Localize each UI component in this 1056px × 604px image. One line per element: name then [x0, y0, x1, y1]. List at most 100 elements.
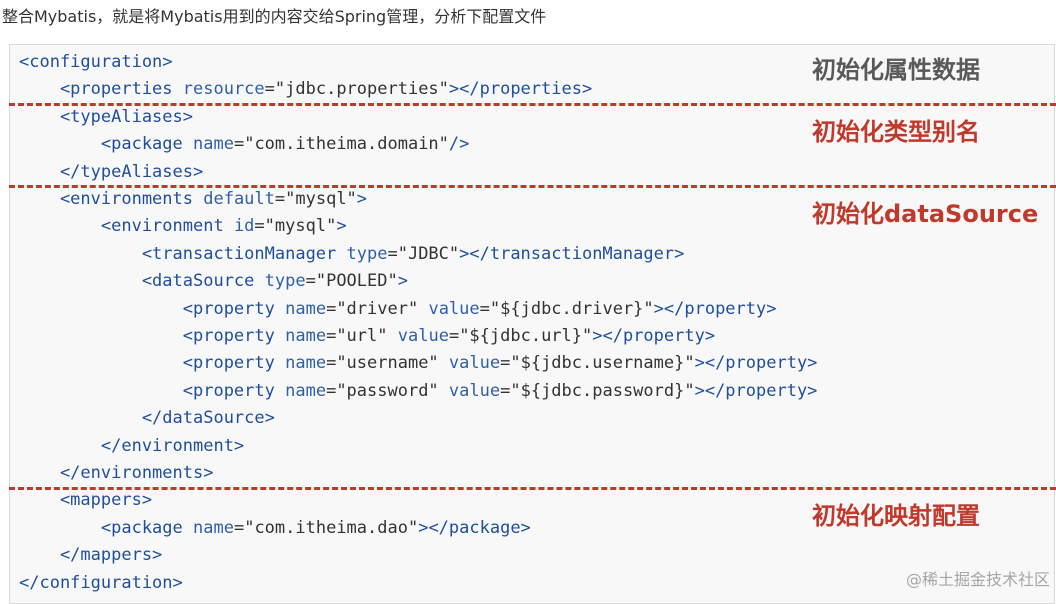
code-token-attr: name: [285, 326, 327, 346]
code-line: <mappers>: [19, 487, 152, 513]
code-line: <property name="username" value="${jdbc.…: [19, 350, 818, 376]
code-line: <environments default="mysql">: [19, 186, 367, 212]
code-token-tag: <package: [19, 517, 193, 538]
code-line: </typeAliases>: [19, 159, 203, 185]
code-line: <dataSource type="POOLED">: [19, 268, 408, 294]
section-divider-2: [9, 185, 1056, 188]
code-token-plain: =: [233, 517, 245, 538]
code-token-plain: =: [326, 326, 337, 346]
code-line: <transactionManager type="JDBC"></transa…: [19, 241, 685, 267]
section-label-type-aliases: 初始化类型别名: [812, 118, 980, 146]
code-token-attr: value: [397, 326, 449, 346]
code-token-plain: =: [387, 243, 398, 264]
section-divider-1: [9, 103, 1056, 106]
code-token-attr: resource: [182, 79, 265, 100]
code-token-tag: </environment>: [19, 435, 245, 456]
code-token-tag: ></property>: [653, 298, 777, 319]
code-token-tag: <properties: [19, 79, 183, 100]
code-line: </configuration>: [19, 570, 183, 596]
section-divider-3: [9, 487, 1056, 490]
code-token-plain: =: [326, 380, 337, 401]
code-token-val: "${jdbc.username}": [510, 353, 695, 374]
code-token-tag: </mappers>: [19, 545, 163, 566]
code-token-attr: name: [285, 298, 327, 319]
code-token-val: "JDBC": [397, 243, 460, 264]
code-token-plain: =: [233, 134, 245, 155]
code-token-attr: type: [346, 243, 388, 264]
code-token-tag: <property: [19, 326, 286, 346]
code-token-tag: <transactionManager: [19, 243, 347, 264]
code-token-tag: ></package>: [418, 517, 531, 538]
code-token-plain: =: [448, 326, 460, 346]
code-line: <package name="com.itheima.dao"></packag…: [19, 515, 531, 541]
code-token-tag: <environments: [19, 189, 204, 209]
code-token-tag: <configuration>: [19, 52, 173, 72]
code-token-attr: value: [448, 380, 501, 401]
code-token-val: "mysql": [285, 189, 357, 209]
code-token-tag: />: [448, 134, 470, 155]
code-token-tag: >: [397, 271, 408, 292]
code-token-plain: =: [326, 353, 337, 374]
code-token-tag: ></properties>: [448, 79, 593, 100]
code-token-tag: <package: [19, 134, 193, 155]
code-token-attr: name: [285, 380, 327, 401]
code-token-tag: </typeAliases>: [19, 161, 204, 182]
code-line: </environments>: [19, 460, 214, 486]
code-token-tag: <dataSource: [19, 271, 265, 292]
code-token-tag: ></transactionManager>: [459, 243, 685, 264]
code-token-val: "username": [336, 353, 439, 374]
code-token-val: "${jdbc.driver}": [489, 298, 654, 319]
code-token-val: "POOLED": [315, 271, 398, 292]
code-line: <package name="com.itheima.domain"/>: [19, 131, 470, 157]
code-token-tag: <environment: [19, 216, 234, 237]
section-label-mappers: 初始化映射配置: [812, 502, 980, 530]
code-line: </mappers>: [19, 542, 162, 568]
code-token-tag: ></property>: [694, 353, 818, 374]
code-token-tag: <property: [19, 380, 286, 401]
watermark: @稀土掘金技术社区: [905, 570, 1050, 589]
intro-text: 整合Mybatis，就是将Mybatis用到的内容交给Spring管理，分析下配…: [2, 7, 547, 26]
code-token-val: "jdbc.properties": [274, 79, 449, 100]
code-line: </environment>: [19, 433, 244, 459]
code-token-plain: =: [500, 380, 511, 401]
section-label-properties: 初始化属性数据: [812, 56, 980, 84]
code-token-val: "url": [336, 326, 388, 346]
code-token-attr: value: [428, 298, 480, 319]
code-token-tag: </environments>: [19, 463, 214, 483]
code-token-tag: <property: [19, 298, 286, 319]
code-token-plain: =: [305, 271, 316, 292]
code-line: <environment id="mysql">: [19, 213, 347, 239]
code-token-attr: name: [285, 353, 327, 374]
code-token-tag: ></property>: [592, 326, 716, 346]
code-line: <properties resource="jdbc.properties"><…: [19, 76, 592, 102]
code-token-attr: name: [193, 517, 234, 538]
code-token-plain: =: [500, 353, 511, 374]
code-token-val: "${jdbc.url}": [459, 326, 593, 346]
code-line: <typeAliases>: [19, 104, 193, 130]
code-token-tag: </configuration>: [19, 572, 183, 593]
code-line: <property name="url" value="${jdbc.url}"…: [19, 323, 715, 349]
code-token-tag: <mappers>: [19, 490, 153, 511]
code-token-val: "com.itheima.domain": [244, 134, 449, 155]
code-token-attr: type: [264, 271, 306, 292]
code-line: </dataSource>: [19, 405, 275, 431]
code-token-tag: <property: [19, 353, 286, 374]
code-token-attr: name: [193, 134, 234, 155]
section-label-datasource: 初始化dataSource: [812, 200, 1039, 228]
code-token-plain: =: [274, 189, 286, 209]
code-token-tag: ></property>: [694, 380, 818, 401]
code-token-attr: id: [233, 216, 255, 237]
code-token-plain: =: [264, 79, 275, 100]
code-token-tag: >: [336, 216, 347, 237]
code-token-plain: =: [254, 216, 265, 237]
code-token-val: "${jdbc.password}": [510, 380, 695, 401]
code-token-attr: value: [448, 353, 501, 374]
code-token-plain: =: [326, 298, 337, 319]
code-token-val: "driver": [336, 298, 419, 319]
code-token-attr: default: [203, 189, 275, 209]
code-token-tag: </dataSource>: [19, 408, 275, 429]
code-token-val: "password": [336, 380, 439, 401]
